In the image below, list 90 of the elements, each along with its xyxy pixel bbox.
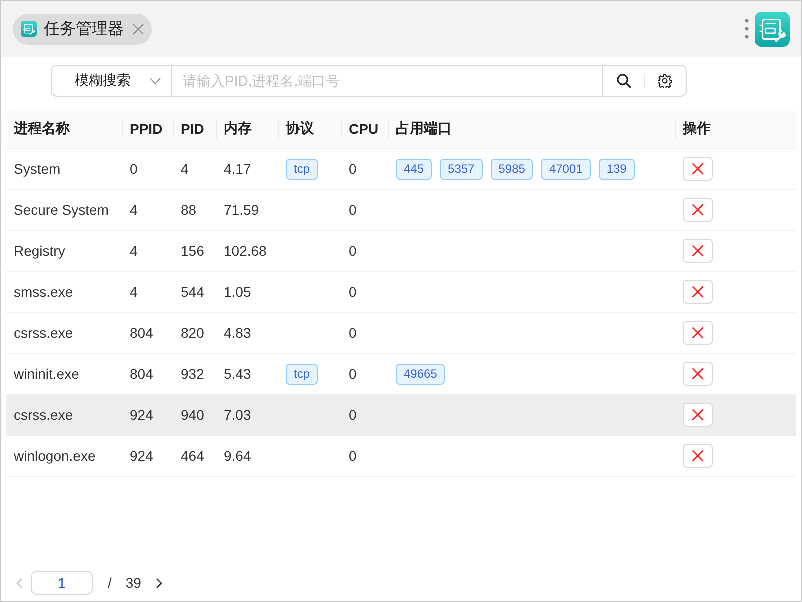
search-button[interactable] xyxy=(602,65,644,97)
table-cell-text: 5.43 xyxy=(223,365,252,384)
delete-button[interactable] xyxy=(683,362,713,386)
table-cell-text: csrss.exe xyxy=(13,406,74,425)
table-cell-text: 0 xyxy=(348,324,358,343)
table-cell-text: Secure System xyxy=(13,201,110,220)
page-input[interactable]: 1 xyxy=(31,571,93,595)
cross-icon xyxy=(692,368,704,380)
cross-icon xyxy=(692,286,704,298)
device-wrench-icon xyxy=(21,21,37,37)
cross-icon xyxy=(692,327,704,339)
port-tag: 5357 xyxy=(440,158,483,180)
column-header: 占用端口 xyxy=(388,109,675,148)
table-cell-text: 464 xyxy=(180,447,206,466)
table-cell-text: 4.17 xyxy=(223,160,252,179)
column-header: 协议 xyxy=(278,109,341,148)
port-tag: 445 xyxy=(396,158,432,180)
port-tag: 139 xyxy=(598,158,635,180)
table-cell-text: 0 xyxy=(348,242,358,261)
table-cell-text: wininit.exe xyxy=(13,365,80,384)
device-wrench-icon xyxy=(755,12,790,46)
settings-icon xyxy=(658,74,672,88)
app-tab[interactable]: 任务管理器 xyxy=(13,14,152,44)
column-header: 进程名称 xyxy=(12,118,71,138)
table-cell-text: 804 xyxy=(129,365,154,384)
more-icon[interactable] xyxy=(745,19,749,39)
chevron-right-icon xyxy=(156,578,164,588)
table-cell-text: 4 xyxy=(129,201,139,220)
table-cell-text: 1.05 xyxy=(223,283,252,302)
search-input[interactable]: 请输入PID,进程名,端口号 xyxy=(172,65,602,97)
table-cell-text: csrss.exe xyxy=(13,324,74,343)
table-cell-text: 0 xyxy=(348,160,358,179)
table-cell-text: 544 xyxy=(180,283,206,302)
table-cell-text: 0 xyxy=(129,160,139,179)
table-cell-text: 102.68 xyxy=(223,242,268,261)
table-cell-text: 4 xyxy=(180,160,190,179)
table-cell-text: 4.83 xyxy=(223,324,252,343)
table-cell-text: 0 xyxy=(348,365,358,384)
table-cell-text: 0 xyxy=(348,447,358,466)
table-cell-text: 4 xyxy=(129,283,139,302)
table-cell-text: 88 xyxy=(180,201,198,220)
cross-icon xyxy=(692,163,704,175)
table-cell-text: winlogon.exe xyxy=(13,447,97,466)
port-tag: 5985 xyxy=(490,158,534,180)
table-cell-text: 940 xyxy=(180,406,206,425)
protocol-tag: tcp xyxy=(286,364,318,384)
cross-icon xyxy=(692,409,704,421)
cross-icon xyxy=(692,204,704,216)
page-total: 39 xyxy=(126,575,142,591)
table-cell-text: 9.64 xyxy=(223,447,252,466)
table-cell-text: System xyxy=(13,160,62,179)
table-cell-text: 71.59 xyxy=(223,201,260,220)
table-cell-text: smss.exe xyxy=(13,283,74,302)
column-header: PPID xyxy=(122,109,173,148)
port-tag: 49665 xyxy=(396,364,446,384)
table-cell-text: 804 xyxy=(129,324,154,343)
chevron-left-icon xyxy=(16,578,23,588)
column-header: 操作 xyxy=(675,109,796,148)
mode-select[interactable]: 模糊搜索 xyxy=(51,65,172,97)
column-header: PID xyxy=(173,109,216,148)
table-cell-text: 7.03 xyxy=(223,406,252,425)
column-header: CPU xyxy=(341,109,388,148)
search-icon xyxy=(616,74,630,88)
delete-button[interactable] xyxy=(683,239,713,263)
table-cell-text: 4 xyxy=(129,242,139,261)
table-cell-text: Registry xyxy=(13,242,66,261)
table-row[interactable]: csrss.exe 924 940 7.03 0 xyxy=(6,395,796,436)
table-cell-text: 924 xyxy=(129,406,154,425)
delete-button[interactable] xyxy=(683,403,713,427)
close-icon[interactable] xyxy=(133,24,144,34)
delete-button[interactable] xyxy=(683,321,713,345)
delete-button[interactable] xyxy=(683,198,713,222)
protocol-tag: tcp xyxy=(286,158,318,180)
table-cell-text: 0 xyxy=(348,406,358,425)
table-cell-text: 156 xyxy=(180,242,206,261)
table-cell-text: 820 xyxy=(180,324,206,343)
cross-icon xyxy=(692,245,704,257)
delete-button[interactable] xyxy=(683,280,713,304)
delete-button[interactable] xyxy=(683,157,713,181)
settings-button[interactable] xyxy=(644,65,687,97)
table-cell-text: 0 xyxy=(348,201,358,220)
cross-icon xyxy=(692,450,704,462)
table-cell-text: 0 xyxy=(348,283,358,302)
table-cell-text: 932 xyxy=(180,365,206,384)
port-tag: 47001 xyxy=(541,158,591,180)
chevron-down-icon xyxy=(150,78,161,84)
delete-button[interactable] xyxy=(683,444,713,468)
page-separator: / xyxy=(108,575,112,591)
table-cell-text: 924 xyxy=(129,447,154,466)
column-header: 内存 xyxy=(216,109,278,148)
